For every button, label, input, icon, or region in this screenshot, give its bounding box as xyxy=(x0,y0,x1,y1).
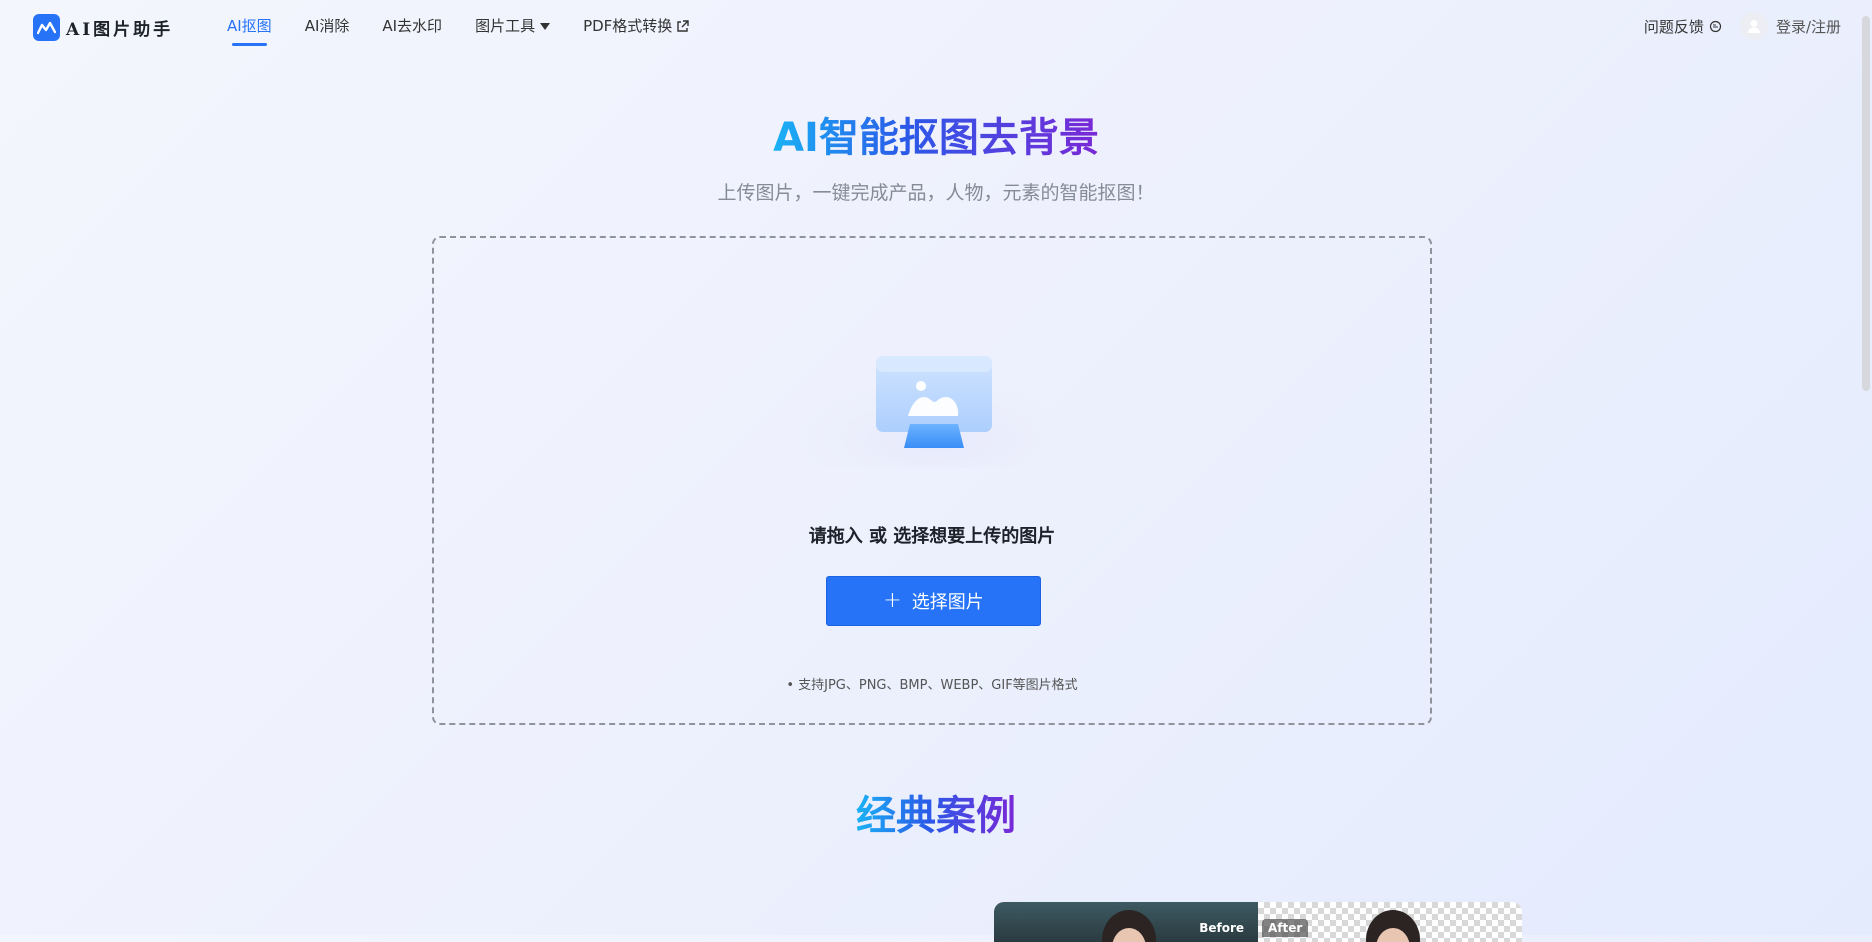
scrollbar-thumb[interactable] xyxy=(1862,16,1870,391)
nav-item-label: AI消除 xyxy=(304,17,350,35)
nav-item-ai-watermark[interactable]: AI去水印 xyxy=(382,0,442,52)
feedback-icon xyxy=(1709,20,1722,33)
logo-icon xyxy=(33,14,60,41)
user-icon xyxy=(1747,20,1761,33)
page-subtitle: 上传图片，一键完成产品，人物，元素的智能抠图！ xyxy=(717,182,1155,204)
plus-icon: + xyxy=(883,588,902,613)
case-after-image: After xyxy=(1258,902,1522,942)
nav-item-label: AI抠图 xyxy=(227,17,272,35)
portrait-hair xyxy=(1102,910,1156,942)
nav-item-pdf-convert[interactable]: PDF格式转换 xyxy=(583,0,690,52)
avatar[interactable] xyxy=(1739,12,1768,40)
choose-image-button[interactable]: + 选择图片 xyxy=(826,576,1041,626)
top-header: AI图片助手 AI抠图 AI消除 AI去水印 图片工具 PDF格式转换 问题反馈… xyxy=(0,0,1872,52)
main-nav: AI抠图 AI消除 AI去水印 图片工具 PDF格式转换 xyxy=(227,0,722,52)
upload-dropzone[interactable]: 请拖入 或 选择想要上传的图片 + 选择图片 • 支持JPG、PNG、BMP、W… xyxy=(432,236,1432,725)
after-badge: After xyxy=(1262,919,1309,937)
feedback-label: 问题反馈 xyxy=(1643,17,1704,36)
page-title: AI智能抠图去背景 xyxy=(0,112,1872,164)
nav-item-label: PDF格式转换 xyxy=(583,17,673,35)
portrait-face xyxy=(1112,928,1146,942)
dropzone-instruction: 请拖入 或 选择想要上传的图片 xyxy=(808,526,1056,547)
page-title-text: AI智能抠图去背景 xyxy=(773,115,1099,161)
nav-item-label: 图片工具 xyxy=(475,17,536,35)
nav-item-ai-erase[interactable]: AI消除 xyxy=(305,0,350,52)
case-example-card[interactable]: Before After xyxy=(994,902,1522,942)
choose-image-label: 选择图片 xyxy=(911,592,984,613)
header-actions: 问题反馈 登录/注册 xyxy=(1644,0,1841,52)
supported-formats-note: • 支持JPG、PNG、BMP、WEBP、GIF等图片格式 xyxy=(786,678,1078,693)
before-badge: Before xyxy=(1199,921,1244,935)
external-link-icon xyxy=(676,19,690,33)
cases-section-title: 经典案例 xyxy=(0,790,1872,842)
nav-item-ai-cutout[interactable]: AI抠图 xyxy=(227,0,272,52)
logo[interactable]: AI图片助手 xyxy=(33,14,173,41)
case-before-image: Before xyxy=(994,902,1258,942)
cases-title-text: 经典案例 xyxy=(856,793,1016,839)
portrait-face xyxy=(1376,928,1410,942)
chevron-down-icon xyxy=(540,22,551,30)
portrait-hair xyxy=(1366,910,1420,942)
nav-item-label: AI去水印 xyxy=(382,17,443,35)
logo-text: AI图片助手 xyxy=(66,20,174,40)
image-upload-icon xyxy=(744,356,1124,468)
page-scrollbar[interactable] xyxy=(1860,0,1872,935)
login-register-link[interactable]: 登录/注册 xyxy=(1776,16,1841,37)
feedback-link[interactable]: 问题反馈 xyxy=(1644,16,1722,37)
nav-item-image-tools[interactable]: 图片工具 xyxy=(475,0,551,52)
